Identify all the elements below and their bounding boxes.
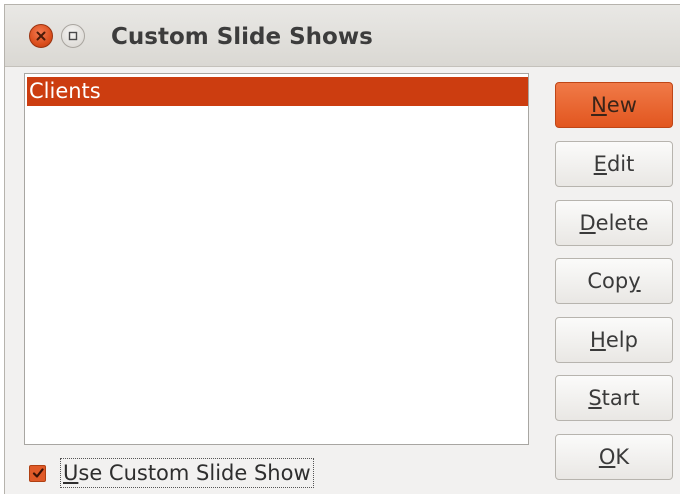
maximize-window-button[interactable]	[61, 24, 85, 48]
help-button[interactable]: Help	[555, 317, 673, 363]
start-button-mnemonic: S	[588, 386, 602, 410]
delete-button-mnemonic: D	[579, 211, 596, 235]
delete-button[interactable]: Delete	[555, 200, 673, 246]
use-custom-slide-show-checkbox[interactable]	[29, 464, 46, 482]
use-custom-slide-show-option[interactable]: Use Custom Slide Show	[29, 457, 314, 489]
delete-button-label: Delete	[579, 211, 649, 235]
help-button-label: Help	[590, 328, 638, 352]
use-custom-slide-show-label[interactable]: Use Custom Slide Show	[60, 458, 314, 488]
copy-button-label: Copy	[587, 269, 641, 293]
ok-button-mnemonic: O	[598, 445, 616, 469]
ok-button[interactable]: OK	[555, 434, 673, 480]
copy-button-mnemonic: y	[628, 269, 641, 293]
dialog-title: Custom Slide Shows	[111, 24, 373, 50]
slide-shows-list[interactable]: Clients	[24, 73, 529, 445]
copy-button[interactable]: Copy	[555, 258, 673, 304]
close-window-button[interactable]	[29, 24, 53, 48]
help-button-mnemonic: H	[590, 328, 606, 352]
start-button-label: Start	[588, 386, 640, 410]
checkmark-icon	[32, 468, 44, 478]
new-button-mnemonic: N	[591, 93, 607, 117]
ok-button-label: OK	[598, 445, 630, 469]
close-icon	[36, 31, 46, 41]
new-button-label: New	[591, 93, 637, 117]
list-item-clients[interactable]: Clients	[27, 77, 528, 106]
title-bar[interactable]: Custom Slide Shows	[5, 5, 680, 67]
checkbox-mnemonic: U	[63, 461, 79, 485]
edit-button[interactable]: Edit	[555, 141, 673, 187]
new-button[interactable]: New	[555, 82, 673, 128]
dialog-window: Custom Slide Shows Clients New Edit Dele…	[4, 4, 680, 494]
edit-button-mnemonic: E	[593, 152, 607, 176]
maximize-icon	[68, 31, 78, 41]
edit-button-label: Edit	[593, 152, 635, 176]
start-button[interactable]: Start	[555, 375, 673, 421]
